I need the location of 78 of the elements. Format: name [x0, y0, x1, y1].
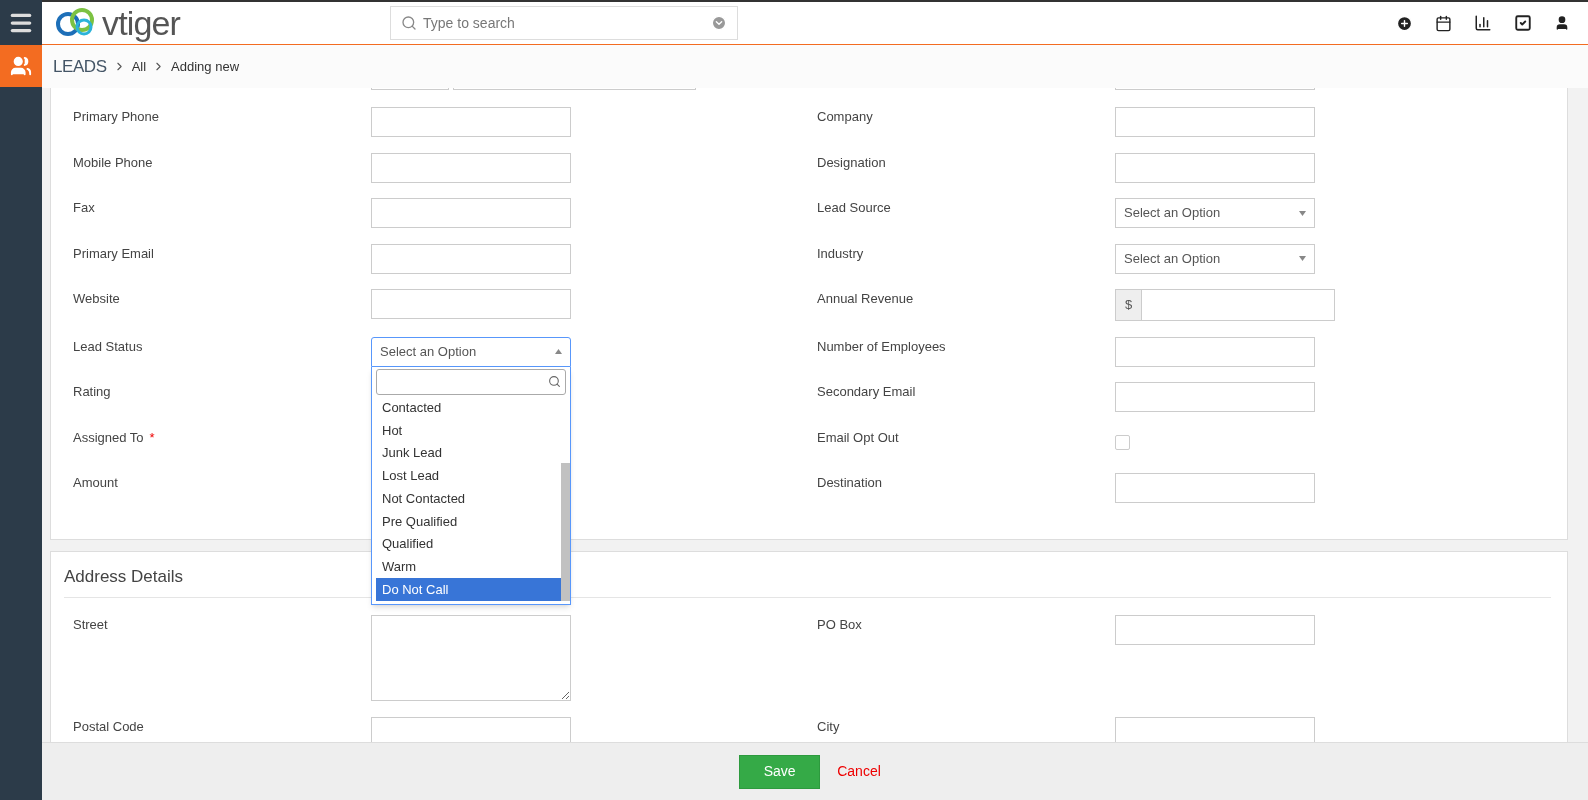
field-label: Lead Source: [817, 199, 891, 217]
cancel-link[interactable]: Cancel: [837, 761, 881, 782]
calendar-icon[interactable]: [1435, 14, 1452, 32]
search-icon: [401, 15, 418, 31]
textarea-field[interactable]: [371, 615, 571, 701]
add-icon[interactable]: [1396, 14, 1413, 32]
text-input-field[interactable]: [371, 716, 571, 742]
users-icon: [10, 55, 32, 77]
dropdown-option[interactable]: Junk Lead: [376, 441, 561, 465]
text-input-field[interactable]: [371, 198, 571, 228]
select-placeholder: Select an Option: [1124, 204, 1221, 223]
field-label: Street: [73, 616, 108, 634]
logo-text: vtiger: [102, 6, 181, 40]
text-input-field[interactable]: [1115, 107, 1315, 137]
select-placeholder: Select an Option: [380, 342, 477, 361]
dropdown-option[interactable]: Hot: [376, 419, 561, 442]
dropdown-option[interactable]: Lost Lead: [376, 464, 561, 488]
select-placeholder: Select an Option: [1124, 249, 1221, 268]
field-label: Secondary Email: [817, 383, 916, 401]
field-label: Destination: [817, 474, 883, 492]
field-label: Assigned To: [73, 428, 144, 447]
text-input-field[interactable]: [371, 107, 571, 137]
currency-field[interactable]: $: [1115, 289, 1335, 321]
scrollbar[interactable]: [561, 462, 570, 601]
dropdown-option[interactable]: Contacted: [376, 396, 561, 420]
search-field[interactable]: Type to search: [390, 6, 739, 40]
field-label: Primary Phone: [73, 108, 159, 126]
field-label: Primary Email: [73, 244, 154, 263]
field-label: City: [817, 717, 840, 736]
field-label: Website: [73, 290, 120, 308]
caret-up-icon: [555, 349, 562, 354]
breadcrumb-item[interactable]: All: [131, 56, 147, 77]
dropdown-option[interactable]: Qualified: [376, 532, 561, 556]
dropdown-option[interactable]: Warm: [376, 555, 561, 578]
module-tab[interactable]: [0, 45, 42, 87]
chevron-down-icon[interactable]: [711, 15, 728, 31]
user-icon[interactable]: [1554, 15, 1570, 31]
text-input-field[interactable]: [371, 152, 571, 183]
text-input-field[interactable]: [371, 289, 571, 319]
field-label: Company: [817, 108, 873, 126]
dropdown-search-field[interactable]: [376, 368, 566, 395]
field-label: Email Opt Out: [817, 428, 899, 447]
text-input-field[interactable]: [1115, 152, 1315, 183]
text-input-field[interactable]: [1115, 716, 1315, 742]
module-title[interactable]: LEADS: [53, 53, 107, 80]
breadcrumb-item: Adding new: [171, 57, 240, 76]
text-input-field[interactable]: [371, 243, 571, 274]
text-input-field[interactable]: [1115, 473, 1315, 503]
text-input-field[interactable]: [1115, 382, 1315, 412]
caret-down-icon: [1299, 256, 1306, 261]
dropdown-option[interactable]: Not Contacted: [376, 487, 561, 510]
field-label: Lead Status: [73, 337, 143, 356]
checkbox-icon[interactable]: [1514, 14, 1532, 32]
select-field[interactable]: Select an Option: [371, 336, 571, 367]
search-icon: [548, 375, 561, 388]
select-field[interactable]: Select an Option: [1115, 243, 1315, 274]
dropdown-option[interactable]: Pre Qualified: [376, 509, 561, 533]
text-input-field[interactable]: [1115, 615, 1315, 645]
logo[interactable]: vtiger: [54, 6, 181, 40]
field-label: Postal Code: [73, 717, 144, 736]
field-label: Amount: [73, 474, 118, 492]
required-mark: *: [149, 428, 155, 447]
field-label: Industry: [817, 244, 864, 263]
field-label: Fax: [73, 199, 95, 217]
field-label: PO Box: [817, 616, 862, 634]
select-field[interactable]: Select an Option: [1115, 198, 1315, 228]
dropdown-option[interactable]: Do Not Call: [376, 578, 561, 601]
field-label: Annual Revenue: [817, 290, 914, 308]
field-label: Mobile Phone: [73, 153, 153, 172]
field-label: Rating: [73, 383, 111, 401]
field-label: Number of Employees: [817, 337, 946, 356]
field-label: Designation: [817, 153, 886, 172]
checkbox[interactable]: [1115, 435, 1130, 450]
search-placeholder: Type to search: [423, 13, 516, 33]
currency-symbol: $: [1116, 290, 1142, 320]
caret-down-icon: [1299, 210, 1306, 216]
bar-chart-icon[interactable]: [1474, 14, 1492, 32]
text-input-field[interactable]: [1115, 336, 1315, 367]
